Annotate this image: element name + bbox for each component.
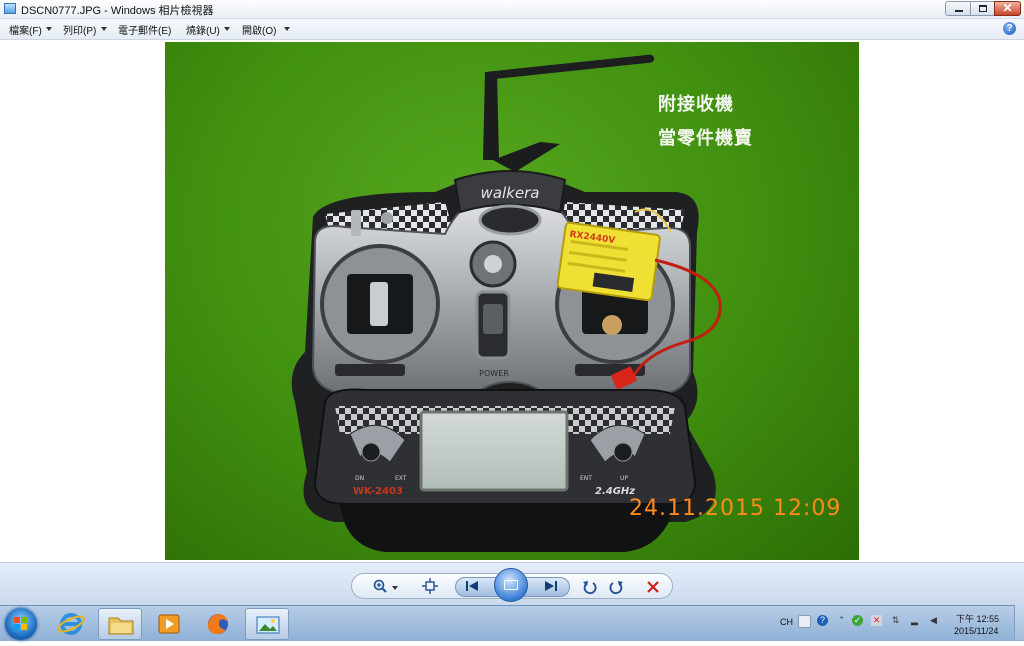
windows-logo-icon	[14, 617, 28, 631]
power-label: POWER	[479, 369, 509, 378]
key-label-dn: DN	[355, 475, 364, 482]
close-icon: ✕	[1002, 1, 1013, 15]
actual-size-icon[interactable]	[421, 578, 439, 594]
chevron-down-icon	[46, 27, 52, 31]
volume-icon[interactable]: ◀	[928, 615, 939, 626]
next-icon[interactable]	[542, 579, 560, 595]
chevron-down-icon	[224, 27, 230, 31]
key-label-up: UP	[620, 475, 628, 482]
internet-explorer-icon	[57, 613, 85, 635]
photo-viewer-app-icon	[4, 3, 16, 14]
signal-strength-icon[interactable]: ▂	[909, 615, 920, 626]
close-button[interactable]: ✕	[994, 1, 1021, 16]
expand-tray-icon[interactable]: ⌃	[836, 615, 847, 626]
menu-file[interactable]: 檔案(F)	[9, 22, 42, 37]
window-title: DSCN0777.JPG - Windows 相片檢視器	[21, 5, 214, 17]
help-icon[interactable]: ?	[1003, 22, 1016, 35]
internet-explorer-taskbar-button[interactable]	[49, 608, 93, 640]
previous-icon[interactable]	[463, 579, 481, 595]
magnifier-icon[interactable]	[372, 578, 390, 594]
start-button[interactable]	[5, 608, 37, 640]
menu-burn[interactable]: 燒錄(U)	[186, 22, 220, 37]
minimize-icon	[955, 10, 963, 12]
overlay-text-line1: 附接收機	[658, 94, 734, 115]
model-label: WK-2403	[353, 486, 403, 497]
firefox-taskbar-button[interactable]	[196, 608, 240, 640]
rotate-clockwise-icon[interactable]	[607, 579, 625, 595]
photo-date-stamp: 24.11.2015 12:09	[629, 496, 842, 521]
chevron-down-icon	[101, 27, 107, 31]
photo-viewer-icon	[256, 616, 280, 634]
minimize-button[interactable]	[945, 1, 971, 16]
firefox-icon	[207, 614, 228, 634]
chevron-down-icon[interactable]	[392, 586, 398, 590]
delete-icon[interactable]	[644, 579, 662, 595]
maximize-icon	[979, 5, 987, 12]
clock-time[interactable]: 下午 12:55	[956, 612, 999, 625]
photo-viewer-taskbar-button[interactable]	[245, 608, 289, 640]
slideshow-icon	[504, 580, 518, 590]
security-icon[interactable]: ✓	[852, 615, 863, 626]
maximize-button[interactable]	[970, 1, 995, 16]
usb-device-icon[interactable]: ⇅	[890, 615, 901, 626]
file-explorer-taskbar-button[interactable]	[98, 608, 142, 640]
key-label-ent: ENT	[580, 475, 592, 482]
displayed-photo: walkera POWER RX2440V DN EXT ENT UP WK-2…	[165, 42, 859, 560]
folder-icon	[108, 617, 134, 635]
network-error-icon[interactable]: ✕	[871, 615, 882, 626]
media-player-icon	[158, 614, 180, 634]
photo-view-area: walkera POWER RX2440V DN EXT ENT UP WK-2…	[0, 40, 1024, 562]
slideshow-button[interactable]	[494, 568, 528, 602]
overlay-text-line2: 當零件機賣	[658, 128, 753, 149]
rotate-counterclockwise-icon[interactable]	[581, 579, 599, 595]
language-indicator[interactable]: CH	[780, 617, 793, 627]
menu-open[interactable]: 開啟(O)	[242, 22, 276, 37]
media-player-taskbar-button[interactable]	[147, 608, 191, 640]
chevron-down-icon	[284, 27, 290, 31]
title-bar: DSCN0777.JPG - Windows 相片檢視器 ✕	[0, 0, 1024, 19]
menu-bar: 檔案(F) 列印(P) 電子郵件(E) 燒錄(U) 開啟(O) ?	[0, 19, 1024, 40]
menu-email[interactable]: 電子郵件(E)	[118, 22, 171, 37]
transmitter-illustration: walkera POWER RX2440V DN EXT ENT UP WK-2…	[291, 54, 722, 552]
help-tray-icon[interactable]: ?	[817, 615, 828, 626]
keyboard-icon[interactable]	[798, 615, 811, 628]
transmitter-brand-label: walkera	[481, 184, 540, 202]
show-desktop-button[interactable]	[1014, 605, 1024, 640]
key-label-ext: EXT	[395, 475, 407, 482]
menu-print[interactable]: 列印(P)	[63, 22, 96, 37]
clock-date[interactable]: 2015/11/24	[954, 626, 998, 636]
